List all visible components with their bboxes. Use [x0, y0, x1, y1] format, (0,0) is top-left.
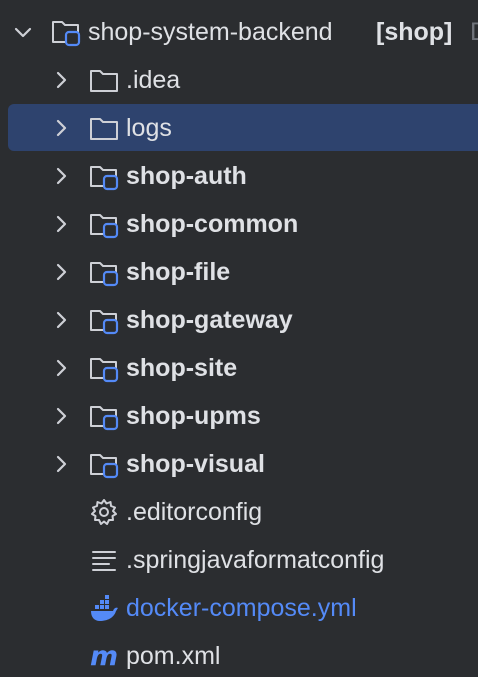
tree-item[interactable]: .editorconfig	[0, 488, 478, 536]
tree-item-label: shop-common	[126, 210, 299, 238]
chevron-right-icon[interactable]	[50, 261, 72, 283]
module-folder-icon	[90, 406, 119, 431]
chevron-right-icon[interactable]	[50, 405, 72, 427]
tree-item[interactable]: shop-gateway	[0, 296, 478, 344]
chevron-right-icon[interactable]	[50, 165, 72, 187]
module-folder-icon	[90, 262, 119, 287]
docker-icon	[91, 595, 118, 621]
tree-item[interactable]: .idea	[0, 56, 478, 104]
module-folder-icon	[90, 310, 119, 335]
tree-item-label: .idea	[126, 66, 181, 94]
tree-item-label: .springjavaformatconfig	[126, 546, 385, 574]
module-folder-icon	[90, 214, 119, 239]
chevron-right-icon[interactable]	[50, 69, 72, 91]
tree-item-label: pom.xml	[126, 642, 221, 670]
tree-item[interactable]: m pom.xml	[0, 632, 478, 677]
tree-item[interactable]: shop-upms	[0, 392, 478, 440]
text-lines-icon	[92, 551, 116, 571]
gear-icon	[91, 499, 117, 525]
chevron-right-icon[interactable]	[50, 453, 72, 475]
chevron-down-icon[interactable]	[12, 21, 34, 43]
tree-item-label: .editorconfig	[126, 498, 263, 526]
folder-icon	[90, 70, 118, 92]
chevron-right-icon[interactable]	[50, 357, 72, 379]
tree-item[interactable]: shop-auth	[0, 152, 478, 200]
tree-item[interactable]: logs	[0, 104, 478, 152]
tree-item-label: shop-upms	[126, 402, 261, 430]
module-folder-icon	[90, 358, 119, 383]
maven-icon: m	[90, 641, 118, 671]
chevron-right-icon[interactable]	[50, 309, 72, 331]
chevron-right-icon[interactable]	[50, 213, 72, 235]
tree-item[interactable]: shop-common	[0, 200, 478, 248]
tree-item-label: docker-compose.yml	[126, 594, 357, 622]
module-folder-icon	[90, 454, 119, 479]
tree-item[interactable]: shop-visual	[0, 440, 478, 488]
tree-item[interactable]: .springjavaformatconfig	[0, 536, 478, 584]
tree-item[interactable]: shop-site	[0, 344, 478, 392]
tree-root[interactable]: shop-system-backend [shop] D	[0, 8, 478, 56]
tree-item-label: shop-site	[126, 354, 238, 382]
root-project-name: shop-system-backend	[88, 18, 333, 46]
tree-item-label: shop-auth	[126, 162, 247, 190]
project-tree: shop-system-backend [shop] D .idea logs sh…	[0, 0, 478, 677]
tree-item-label: shop-visual	[126, 450, 265, 478]
tree-item[interactable]: shop-file	[0, 248, 478, 296]
module-folder-icon	[52, 21, 81, 47]
chevron-right-icon[interactable]	[50, 117, 72, 139]
svg-text:m: m	[90, 641, 118, 671]
tree-item-label: shop-file	[126, 258, 231, 286]
root-trailing-text: D	[470, 8, 478, 56]
root-module-name: [shop]	[376, 18, 453, 46]
tree-item-label: logs	[126, 114, 172, 142]
module-folder-icon	[90, 166, 119, 191]
folder-icon	[90, 118, 118, 140]
tree-item[interactable]: docker-compose.yml	[0, 584, 478, 632]
tree-item-label: shop-gateway	[126, 306, 293, 334]
